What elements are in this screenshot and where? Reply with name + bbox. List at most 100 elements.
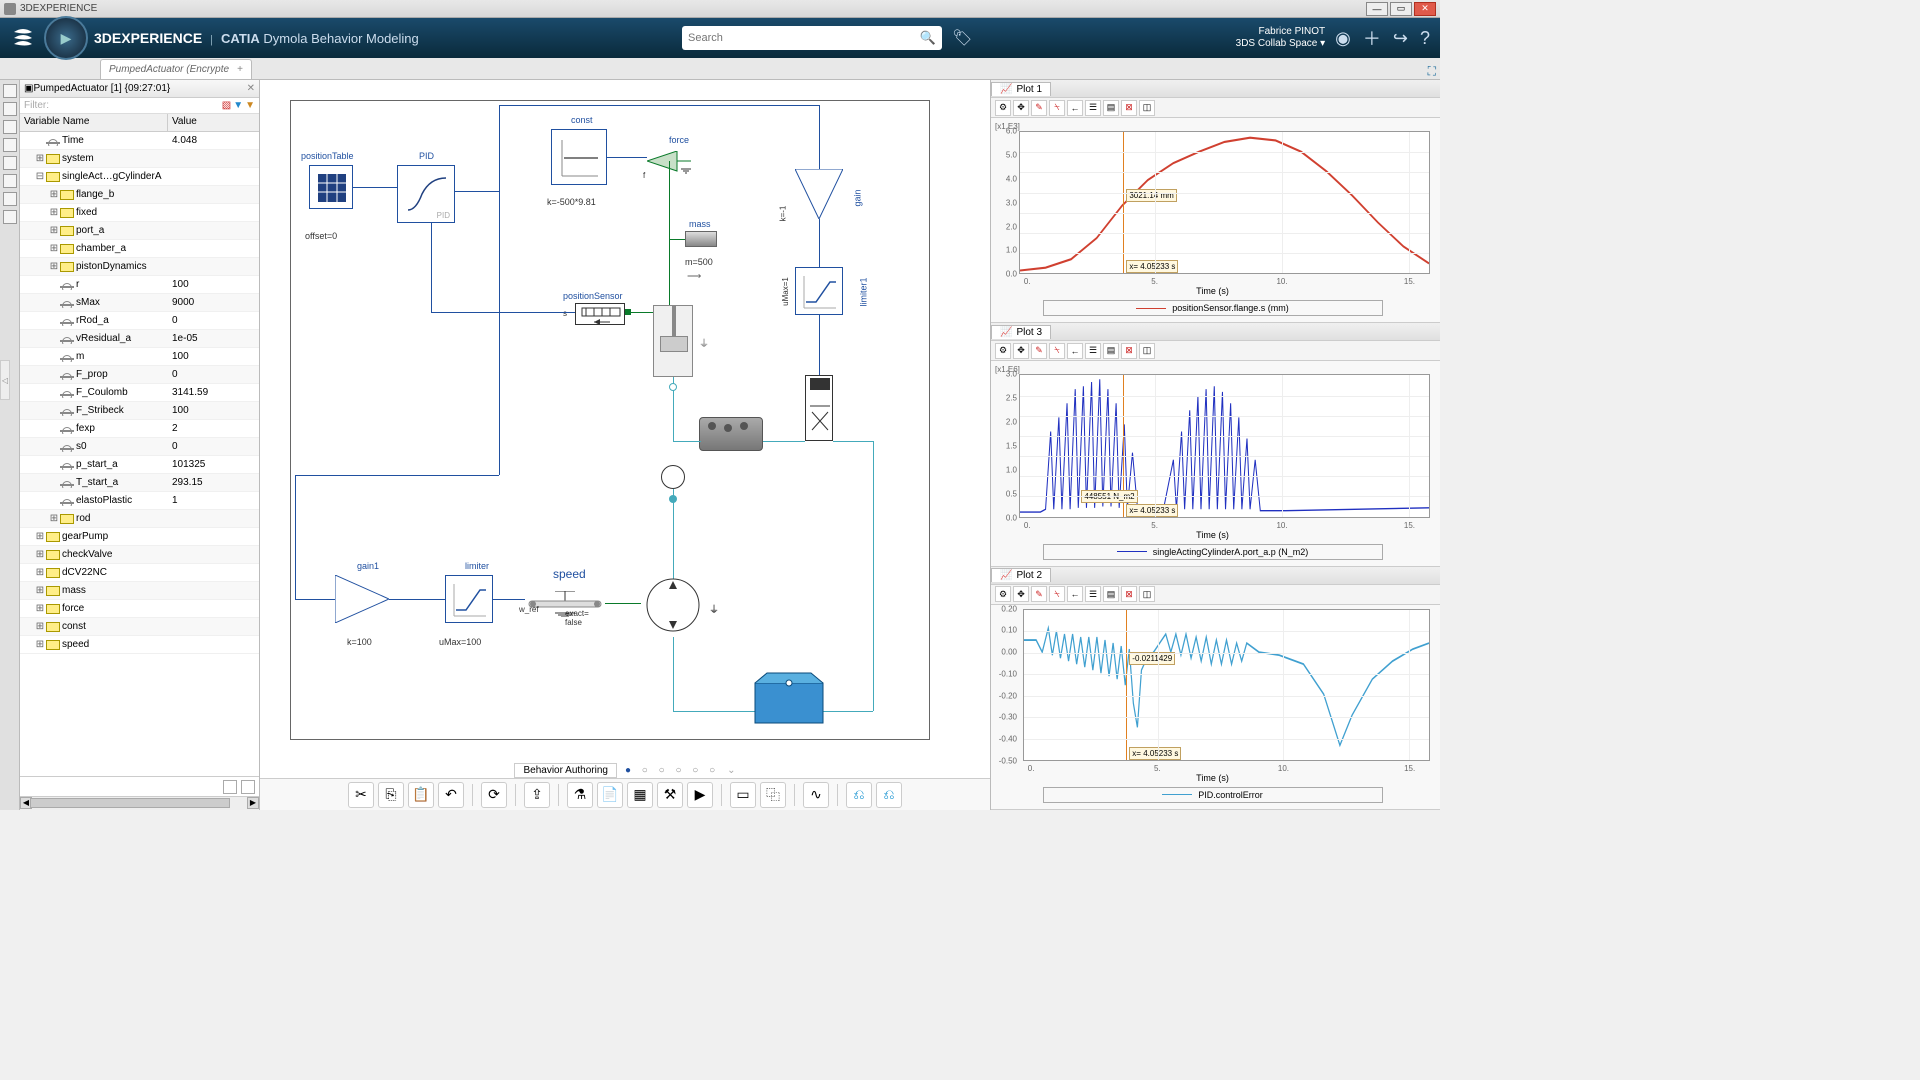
plot-tool-icon[interactable]: ⚙	[995, 586, 1011, 602]
chart-1[interactable]: 3021.14 mm x= 4.05233 s	[1019, 131, 1430, 274]
tree-expand-icon[interactable]: ⊞	[34, 639, 46, 650]
copy-icon[interactable]: ⎘	[378, 782, 404, 808]
tree-row[interactable]: ⊞checkValve	[20, 546, 259, 564]
plot-tool-icon[interactable]: ◫	[1139, 586, 1155, 602]
tree-row[interactable]: F_Stribeck100	[20, 402, 259, 420]
user-info[interactable]: Fabrice PINOT 3DS Collab Space ▾	[1236, 26, 1336, 50]
minimize-button[interactable]: —	[1366, 2, 1388, 16]
rail-icon[interactable]	[3, 84, 17, 98]
plot-tool-icon[interactable]: ✎	[1031, 343, 1047, 359]
tree-expand-icon[interactable]: ⊞	[48, 243, 60, 254]
cut-icon[interactable]: ✂	[348, 782, 374, 808]
plot-tool-icon[interactable]: ⊠	[1121, 586, 1137, 602]
play-icon[interactable]: ▶	[687, 782, 713, 808]
block-force[interactable]	[647, 151, 697, 184]
plot-tool-icon[interactable]: ▤	[1103, 343, 1119, 359]
close-panel-icon[interactable]: ✕	[247, 83, 255, 94]
tree-expand-icon[interactable]: ⊞	[34, 585, 46, 596]
expand-icon[interactable]: ⛶	[1428, 64, 1436, 79]
tree-row[interactable]: ⊞port_a	[20, 222, 259, 240]
link2-icon[interactable]: ⎌	[876, 782, 902, 808]
rail-icon[interactable]	[3, 102, 17, 116]
filter-icon[interactable]: ▼	[233, 100, 243, 111]
build-icon[interactable]: ⚒	[657, 782, 683, 808]
tree-row[interactable]: ⊞flange_b	[20, 186, 259, 204]
plot-tool-icon[interactable]: ◫	[1139, 100, 1155, 116]
plot-tab[interactable]: 📈Plot 1	[991, 82, 1051, 96]
page-dots[interactable]: ● ○ ○ ○ ○ ○	[625, 765, 719, 776]
plot-tool-icon[interactable]: ☰	[1085, 343, 1101, 359]
sim-icon[interactable]: ⚗	[567, 782, 593, 808]
link-icon[interactable]: ⎌	[846, 782, 872, 808]
block-pid[interactable]: PID	[397, 165, 455, 223]
curve-icon[interactable]: ∿	[803, 782, 829, 808]
window-icon[interactable]: ▭	[730, 782, 756, 808]
help-icon[interactable]: ?	[1420, 28, 1430, 49]
tree-row[interactable]: vResidual_a1e-05	[20, 330, 259, 348]
scroll-right-icon[interactable]: ▶	[247, 797, 259, 809]
chart-3[interactable]: 448551 N_m2 x= 4.05233 s	[1019, 374, 1430, 517]
tree-tool-icon[interactable]	[241, 780, 255, 794]
chart-2[interactable]: -0.0211429 x= 4.05233 s	[1023, 609, 1430, 761]
tree-expand-icon[interactable]: ⊞	[48, 189, 60, 200]
behavior-label[interactable]: Behavior Authoring	[514, 763, 617, 778]
plot-tool-icon[interactable]: ◫	[1139, 343, 1155, 359]
tree-expand-icon[interactable]: ⊞	[48, 261, 60, 272]
tree-row[interactable]: ⊞system	[20, 150, 259, 168]
tree-expand-icon[interactable]: ⊞	[48, 225, 60, 236]
rail-icon[interactable]	[3, 120, 17, 134]
tile-icon[interactable]: ⿻	[760, 782, 786, 808]
document-tab[interactable]: PumpedActuator (Encrypte +	[100, 59, 252, 79]
refresh-icon[interactable]: ⟳	[481, 782, 507, 808]
tree-expand-icon[interactable]: ⊞	[48, 207, 60, 218]
block-limiter1[interactable]	[795, 267, 843, 315]
plot-tool-icon[interactable]: ⚙	[995, 100, 1011, 116]
compass-icon[interactable]	[44, 16, 88, 60]
block-limiter[interactable]	[445, 575, 493, 623]
tree-expand-icon[interactable]: ⊞	[34, 567, 46, 578]
tree-row[interactable]: F_prop0	[20, 366, 259, 384]
zoom-fit-icon[interactable]: ✥	[1013, 100, 1029, 116]
add-icon[interactable]: ＋	[1363, 25, 1381, 51]
tree-row[interactable]: F_Coulomb3141.59	[20, 384, 259, 402]
tree-row[interactable]: s00	[20, 438, 259, 456]
tree-expand-icon[interactable]: ⊞	[48, 513, 60, 524]
plot-tool-icon[interactable]: ⍀	[1049, 100, 1065, 116]
plot-tool-icon[interactable]: ✥	[1013, 343, 1029, 359]
tree-row[interactable]: Time4.048	[20, 132, 259, 150]
export-icon[interactable]: ⇪	[524, 782, 550, 808]
block-gear-pump[interactable]	[641, 573, 705, 637]
plot-tool-icon[interactable]: ✎	[1031, 586, 1047, 602]
block-gain[interactable]	[795, 169, 843, 222]
block-position-sensor[interactable]	[575, 303, 625, 325]
plot-tool-icon[interactable]: ☰	[1085, 100, 1101, 116]
doc-icon[interactable]: 📄	[597, 782, 623, 808]
tree-row[interactable]: ⊞force	[20, 600, 259, 618]
diagram-canvas[interactable]: positionTable offset=0 PID PID const k=-…	[290, 100, 930, 740]
col-value[interactable]: Value	[168, 114, 259, 131]
block-const[interactable]	[551, 129, 607, 185]
plot-tool-icon[interactable]: ←	[1067, 586, 1083, 602]
block-pump-motor[interactable]	[699, 417, 763, 451]
tree-body[interactable]: Time4.048⊞system⊟singleAct…gCylinderA⊞fl…	[20, 132, 259, 776]
rail-icon[interactable]	[3, 210, 17, 224]
tree-row[interactable]: rRod_a0	[20, 312, 259, 330]
tree-tool-icon[interactable]	[223, 780, 237, 794]
profile-icon[interactable]: ◉	[1335, 28, 1351, 49]
tree-row[interactable]: r100	[20, 276, 259, 294]
tree-row[interactable]: ⊟singleAct…gCylinderA	[20, 168, 259, 186]
tree-row[interactable]: ⊞gearPump	[20, 528, 259, 546]
tree-row[interactable]: sMax9000	[20, 294, 259, 312]
rail-icon[interactable]	[3, 156, 17, 170]
share-icon[interactable]: ↪	[1393, 28, 1408, 49]
block-cylinder[interactable]	[653, 305, 693, 377]
tree-row[interactable]: fexp2	[20, 420, 259, 438]
plot-tab[interactable]: 📈Plot 2	[991, 568, 1051, 582]
cursor-line[interactable]	[1123, 132, 1124, 273]
plot-tool-icon[interactable]: ▤	[1103, 100, 1119, 116]
tree-expand-icon[interactable]: ⊟	[34, 171, 46, 182]
tree-row[interactable]: ⊞pistonDynamics	[20, 258, 259, 276]
plot-tool-icon[interactable]: ⊠	[1121, 100, 1137, 116]
plot-tool-icon[interactable]: ✎	[1031, 100, 1047, 116]
maximize-button[interactable]: ▭	[1390, 2, 1412, 16]
